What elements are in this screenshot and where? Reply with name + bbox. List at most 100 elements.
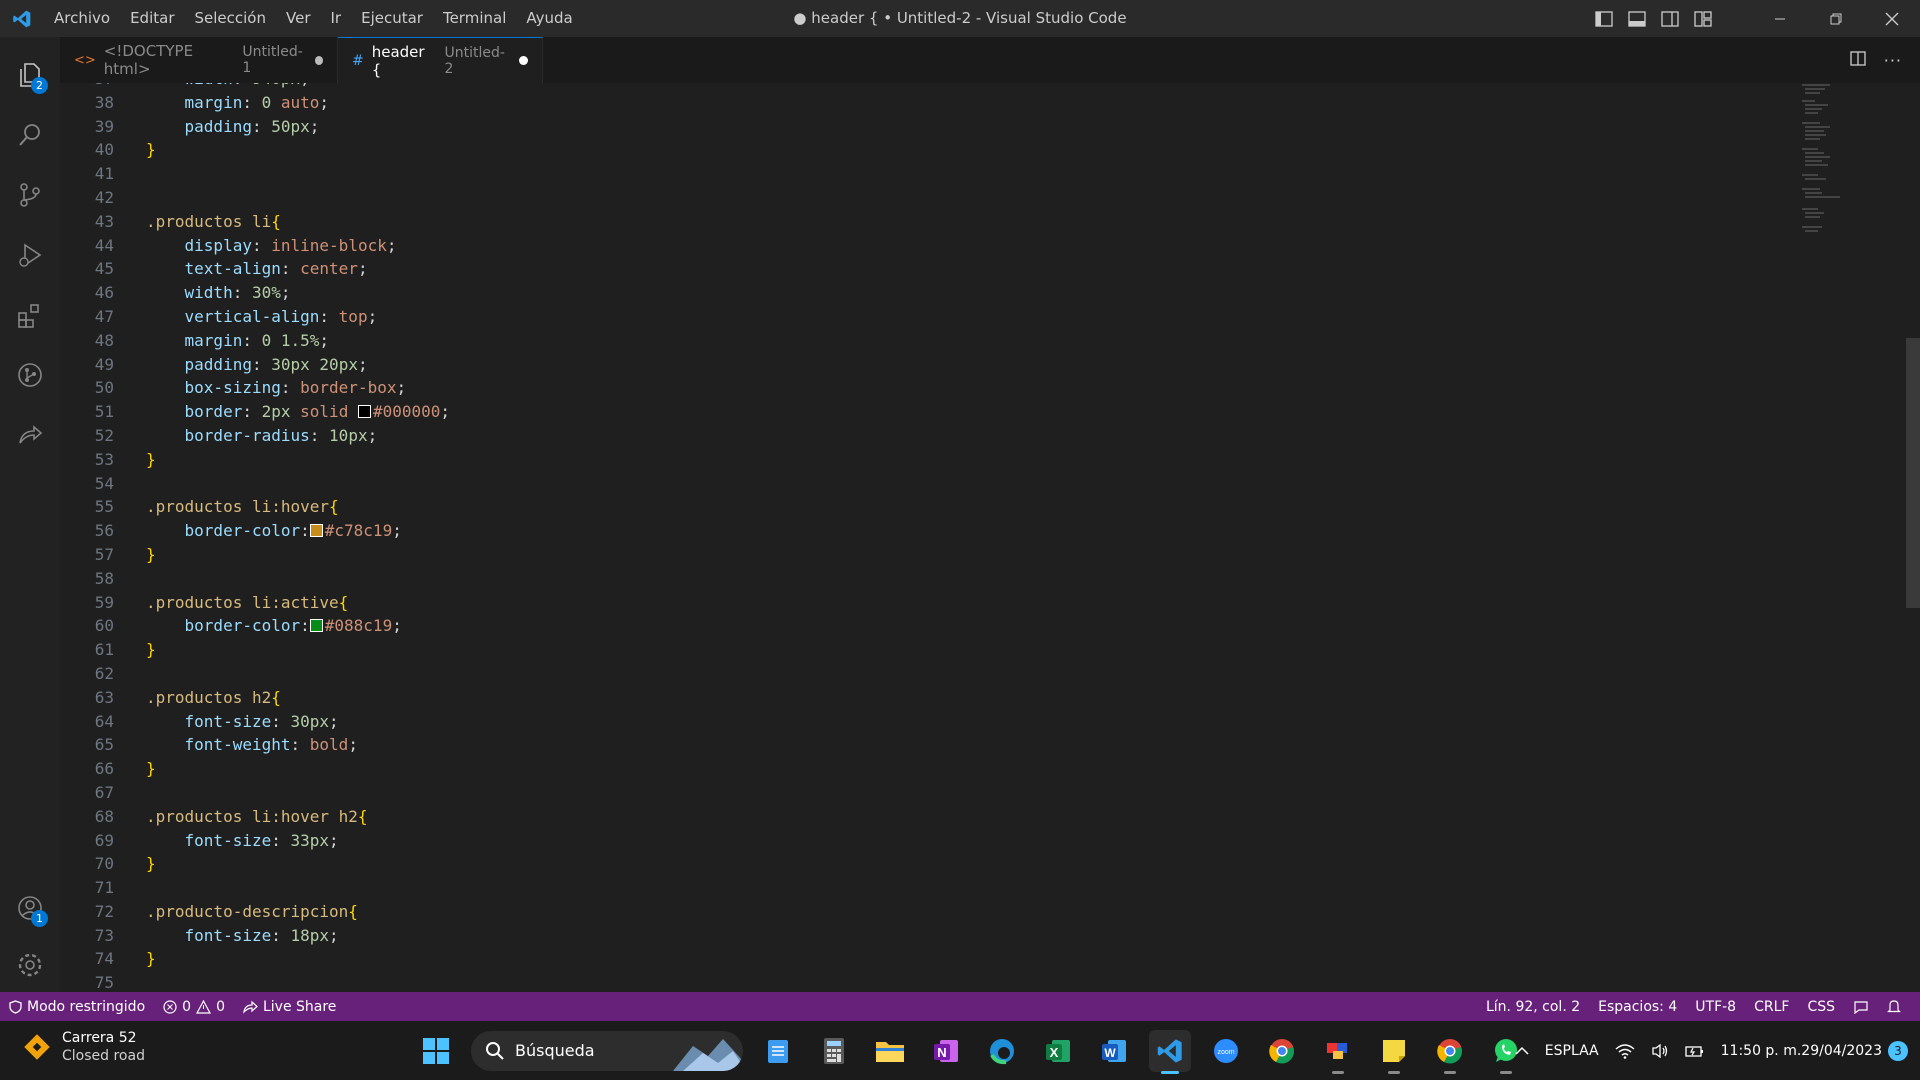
- notepad-icon[interactable]: [757, 1030, 799, 1072]
- code-text[interactable]: border-color: #c78c19;: [146, 519, 402, 543]
- code-line[interactable]: 47 vertical-align: top;: [60, 305, 1820, 329]
- code-line[interactable]: 45 text-align: center;: [60, 257, 1820, 281]
- code-text[interactable]: border: 2px solid #000000;: [146, 400, 451, 424]
- end-of-line[interactable]: CRLF: [1745, 992, 1798, 1021]
- code-text[interactable]: padding: 30px 20px;: [146, 353, 368, 377]
- code-text[interactable]: margin: 0 1.5%;: [146, 329, 330, 353]
- remote-app-icon[interactable]: [1317, 1030, 1359, 1074]
- live-share-button[interactable]: Live Share: [234, 992, 345, 1021]
- cursor-position[interactable]: Lín. 92, col. 2: [1477, 992, 1589, 1021]
- code-text[interactable]: box-sizing: border-box;: [146, 376, 407, 400]
- code-text[interactable]: padding: 50px;: [146, 115, 320, 139]
- code-line[interactable]: 39 padding: 50px;: [60, 115, 1820, 139]
- code-text[interactable]: font-size: 33px;: [146, 829, 339, 853]
- code-line[interactable]: 55 .productos li:hover{: [60, 495, 1820, 519]
- code-line[interactable]: 40}: [60, 138, 1820, 162]
- code-text[interactable]: border-radius: 10px;: [146, 424, 378, 448]
- problems-button[interactable]: 0 0: [154, 992, 234, 1021]
- vertical-scrollbar[interactable]: [1906, 338, 1920, 608]
- code-line[interactable]: 54: [60, 472, 1820, 496]
- code-line[interactable]: 38 margin: 0 auto;: [60, 91, 1820, 115]
- taskbar-search[interactable]: Búsqueda: [471, 1030, 743, 1071]
- chrome-profile-icon[interactable]: [1429, 1030, 1471, 1074]
- settings-gear-icon[interactable]: [0, 937, 60, 993]
- indentation[interactable]: Espacios: 4: [1589, 992, 1686, 1021]
- encoding[interactable]: UTF-8: [1686, 992, 1745, 1021]
- code-line[interactable]: 75: [60, 971, 1820, 992]
- code-line[interactable]: 49 padding: 30px 20px;: [60, 353, 1820, 377]
- code-text[interactable]: }: [146, 757, 156, 781]
- code-line[interactable]: 62: [60, 662, 1820, 686]
- code-text[interactable]: .productos li:hover h2{: [146, 805, 368, 829]
- code-text[interactable]: font-size: 30px;: [146, 710, 339, 734]
- menu-item-ayuda[interactable]: Ayuda: [516, 0, 582, 37]
- code-text[interactable]: }: [146, 852, 156, 876]
- show-hidden-icons-chevron-up-icon[interactable]: [1507, 1046, 1537, 1056]
- search-icon[interactable]: [0, 107, 60, 163]
- onenote-icon[interactable]: N: [925, 1030, 967, 1072]
- toggle-primary-sidebar-icon[interactable]: [1594, 10, 1613, 27]
- accounts-icon[interactable]: 1: [0, 880, 60, 936]
- code-text[interactable]: margin: 0 auto;: [146, 91, 330, 115]
- code-line[interactable]: 41: [60, 162, 1820, 186]
- live-share-icon[interactable]: [0, 407, 60, 463]
- code-line[interactable]: 43 .productos li{: [60, 210, 1820, 234]
- code-line[interactable]: 73 font-size: 18px;: [60, 924, 1820, 948]
- minimap[interactable]: [1800, 83, 1850, 283]
- split-editor-icon[interactable]: [1850, 50, 1866, 70]
- git-graph-icon[interactable]: [0, 347, 60, 403]
- code-line[interactable]: 74}: [60, 947, 1820, 971]
- customize-layout-icon[interactable]: [1693, 10, 1712, 27]
- sticky-notes-icon[interactable]: [1373, 1030, 1415, 1074]
- code-line[interactable]: 68 .productos li:hover h2{: [60, 805, 1820, 829]
- code-editor[interactable]: 37 width: 940px;38 margin: 0 auto;39 pad…: [60, 83, 1920, 992]
- code-line[interactable]: 65 font-weight: bold;: [60, 733, 1820, 757]
- feedback-icon[interactable]: [1844, 992, 1878, 1021]
- code-line[interactable]: 72 .producto-descripcion{: [60, 900, 1820, 924]
- code-line[interactable]: 69 font-size: 33px;: [60, 829, 1820, 853]
- code-text[interactable]: }: [146, 138, 156, 162]
- code-lines[interactable]: 37 width: 940px;38 margin: 0 auto;39 pad…: [60, 83, 1820, 992]
- code-text[interactable]: .productos li{: [146, 210, 281, 234]
- code-text[interactable]: }: [146, 543, 156, 567]
- menu-item-ir[interactable]: Ir: [321, 0, 352, 37]
- code-text[interactable]: vertical-align: top;: [146, 305, 378, 329]
- code-line[interactable]: 70}: [60, 852, 1820, 876]
- code-line[interactable]: 64 font-size: 30px;: [60, 710, 1820, 734]
- code-line[interactable]: 42: [60, 186, 1820, 210]
- excel-icon[interactable]: X: [1037, 1030, 1079, 1072]
- extensions-icon[interactable]: [0, 287, 60, 343]
- code-line[interactable]: 48 margin: 0 1.5%;: [60, 329, 1820, 353]
- restricted-mode-button[interactable]: Modo restringido: [0, 992, 154, 1021]
- code-text[interactable]: .productos li:hover{: [146, 495, 339, 519]
- toggle-secondary-sidebar-icon[interactable]: [1660, 10, 1679, 27]
- tab-untitled-2[interactable]: # header { Untitled-2: [338, 37, 543, 83]
- code-text[interactable]: }: [146, 448, 156, 472]
- wifi-icon[interactable]: [1607, 1043, 1643, 1059]
- chrome-icon[interactable]: [1261, 1030, 1303, 1072]
- code-line[interactable]: 51 border: 2px solid #000000;: [60, 400, 1820, 424]
- code-line[interactable]: 63 .productos h2{: [60, 686, 1820, 710]
- code-text[interactable]: width: 940px;: [146, 83, 310, 91]
- code-line[interactable]: 56 border-color: #c78c19;: [60, 519, 1820, 543]
- menu-item-editar[interactable]: Editar: [120, 0, 184, 37]
- code-line[interactable]: 61}: [60, 638, 1820, 662]
- file-explorer-icon[interactable]: [869, 1030, 911, 1072]
- code-text[interactable]: width: 30%;: [146, 281, 291, 305]
- language-mode[interactable]: CSS: [1798, 992, 1844, 1021]
- code-line[interactable]: 57}: [60, 543, 1820, 567]
- close-button[interactable]: [1864, 0, 1920, 37]
- code-text[interactable]: display: inline-block;: [146, 234, 397, 258]
- unsaved-dot-icon[interactable]: [519, 56, 528, 65]
- zoom-icon[interactable]: zoom: [1205, 1030, 1247, 1072]
- vscode-taskbar-icon[interactable]: [1149, 1029, 1191, 1074]
- code-line[interactable]: 58: [60, 567, 1820, 591]
- code-line[interactable]: 71: [60, 876, 1820, 900]
- code-text[interactable]: font-weight: bold;: [146, 733, 358, 757]
- notifications-bell-icon[interactable]: [1878, 992, 1910, 1021]
- source-control-icon[interactable]: [0, 167, 60, 223]
- code-line[interactable]: 53}: [60, 448, 1820, 472]
- code-text[interactable]: font-size: 18px;: [146, 924, 339, 948]
- code-line[interactable]: 50 box-sizing: border-box;: [60, 376, 1820, 400]
- code-line[interactable]: 44 display: inline-block;: [60, 234, 1820, 258]
